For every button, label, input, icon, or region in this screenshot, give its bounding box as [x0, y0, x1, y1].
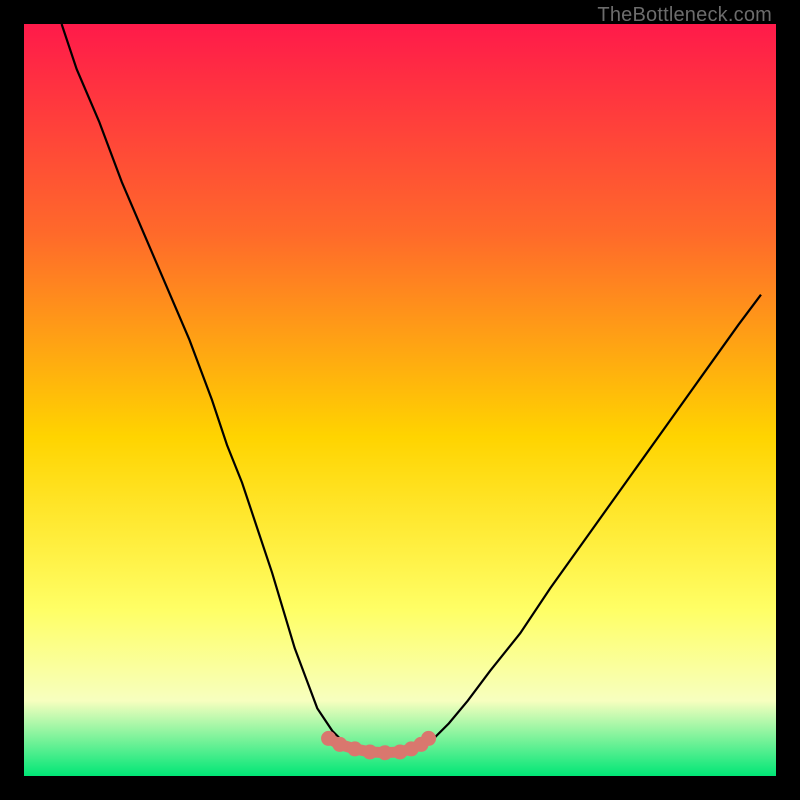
bottleneck-chart — [24, 24, 776, 776]
chart-frame — [24, 24, 776, 776]
plot-area — [24, 24, 776, 776]
marker-dot — [332, 737, 347, 752]
marker-dot — [362, 744, 377, 759]
marker-dot — [377, 745, 392, 760]
watermark-text: TheBottleneck.com — [597, 4, 772, 27]
marker-dot — [421, 731, 436, 746]
marker-dot — [347, 741, 362, 756]
gradient-background — [24, 24, 776, 776]
